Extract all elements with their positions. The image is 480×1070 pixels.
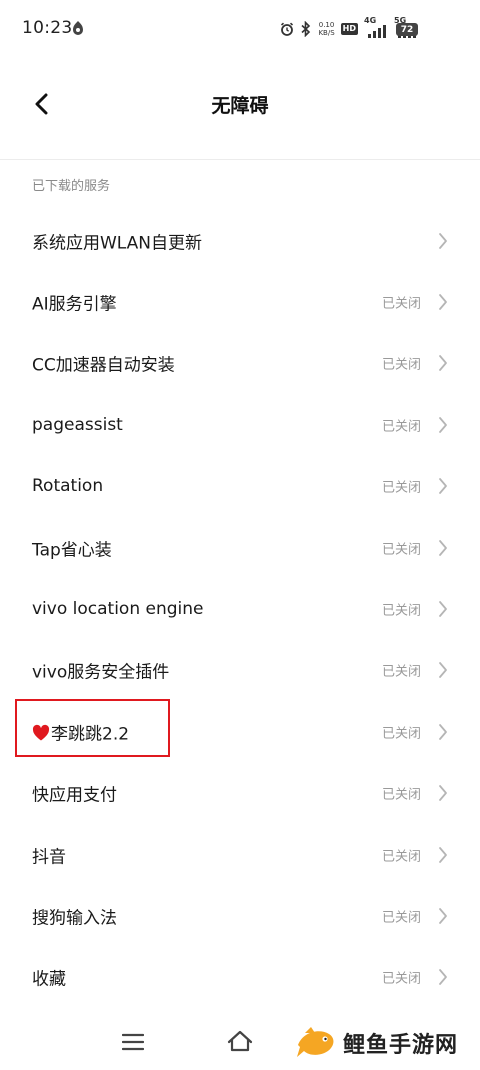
- chevron-right-icon: [439, 355, 447, 372]
- service-item[interactable]: 收藏 已关闭: [0, 947, 480, 1008]
- service-name: vivo服务安全插件: [32, 662, 170, 683]
- app-notification-icon: [71, 20, 85, 36]
- signal-4g: 4G: [364, 16, 388, 39]
- service-status: 已关闭: [381, 849, 421, 865]
- service-item[interactable]: 搜狗输入法 已关闭: [0, 885, 480, 946]
- service-status: 已关闭: [381, 664, 421, 680]
- watermark: 鲤鱼手游网: [295, 1020, 475, 1066]
- service-item[interactable]: Rotation 已关闭: [0, 456, 480, 517]
- service-item[interactable]: 系统应用WLAN自更新: [0, 210, 480, 271]
- service-item[interactable]: 快应用支付 已关闭: [0, 763, 480, 824]
- chevron-right-icon: [439, 969, 447, 986]
- chevron-right-icon: [439, 416, 447, 433]
- chevron-right-icon: [439, 908, 447, 924]
- service-name: 搜狗输入法: [32, 908, 117, 929]
- service-name: Tap省心装: [32, 540, 112, 561]
- chevron-right-icon: [439, 601, 447, 617]
- battery-indicator: 72: [396, 23, 418, 36]
- chevron-right-icon: [439, 846, 447, 863]
- service-name: 系统应用WLAN自更新: [32, 233, 203, 254]
- chevron-right-icon: [439, 539, 447, 556]
- chevron-right-icon: [439, 232, 447, 249]
- service-name: pageassist: [32, 414, 123, 435]
- watermark-text: 鲤鱼手游网: [343, 1033, 459, 1058]
- highlight-box: [15, 699, 170, 757]
- header-divider: [0, 159, 480, 160]
- service-item[interactable]: vivo服务安全插件 已关闭: [0, 640, 480, 701]
- hd-badge: HD: [340, 23, 358, 35]
- service-status: 已关闭: [381, 726, 421, 742]
- status-time: 10:23: [22, 18, 73, 38]
- chevron-right-icon: [439, 785, 447, 802]
- service-status: 已关闭: [381, 971, 421, 987]
- accessibility-page: 10:23 0.10 KB/S HD 4G 5G 72 无障碍 已下载的服务 系…: [0, 0, 480, 1070]
- section-label: 已下载的服务: [32, 179, 111, 194]
- alarm-icon: [280, 22, 294, 36]
- network-speed-unit: KB/S: [318, 29, 335, 37]
- service-item[interactable]: AI服务引擎 已关闭: [0, 271, 480, 332]
- service-status: 已关闭: [381, 357, 421, 373]
- service-item[interactable]: vivo location engine 已关闭: [0, 578, 480, 639]
- service-status: 已关闭: [381, 542, 421, 558]
- home-icon[interactable]: [226, 1028, 254, 1058]
- service-item[interactable]: Tap省心装 已关闭: [0, 517, 480, 578]
- menu-icon[interactable]: [121, 1032, 145, 1056]
- service-list: 系统应用WLAN自更新 AI服务引擎 已关闭 CC加速器自动安装 已关闭 pag…: [0, 210, 480, 1008]
- service-name: 抖音: [32, 847, 66, 868]
- service-item[interactable]: 抖音 已关闭: [0, 824, 480, 885]
- service-status: 已关闭: [381, 787, 421, 803]
- status-bar: 10:23 0.10 KB/S HD 4G 5G 72: [0, 0, 480, 58]
- page-title: 无障碍: [211, 95, 269, 117]
- service-status: 已关闭: [381, 296, 421, 312]
- header: 无障碍: [0, 70, 480, 140]
- service-item[interactable]: pageassist 已关闭: [0, 394, 480, 455]
- chevron-right-icon: [439, 723, 447, 740]
- service-name: Rotation: [32, 476, 104, 497]
- signal-4g-label: 4G: [364, 16, 377, 25]
- chevron-right-icon: [439, 662, 447, 679]
- network-speed-value: 0.10: [318, 21, 335, 29]
- service-name: AI服务引擎: [32, 294, 117, 315]
- chevron-right-icon: [439, 478, 447, 495]
- bluetooth-icon: [300, 21, 312, 37]
- chevron-right-icon: [439, 294, 447, 310]
- network-speed: 0.10 KB/S: [318, 21, 334, 37]
- service-status: 已关闭: [381, 480, 421, 496]
- service-status: 已关闭: [381, 603, 421, 619]
- service-name: CC加速器自动安装: [32, 355, 175, 376]
- service-name: 快应用支付: [32, 785, 117, 806]
- service-item[interactable]: CC加速器自动安装 已关闭: [0, 333, 480, 394]
- service-name: 收藏: [32, 969, 66, 990]
- service-status: 已关闭: [381, 419, 421, 435]
- fish-logo-icon: [297, 1027, 334, 1057]
- service-status: 已关闭: [381, 910, 421, 926]
- service-name: vivo location engine: [32, 599, 204, 620]
